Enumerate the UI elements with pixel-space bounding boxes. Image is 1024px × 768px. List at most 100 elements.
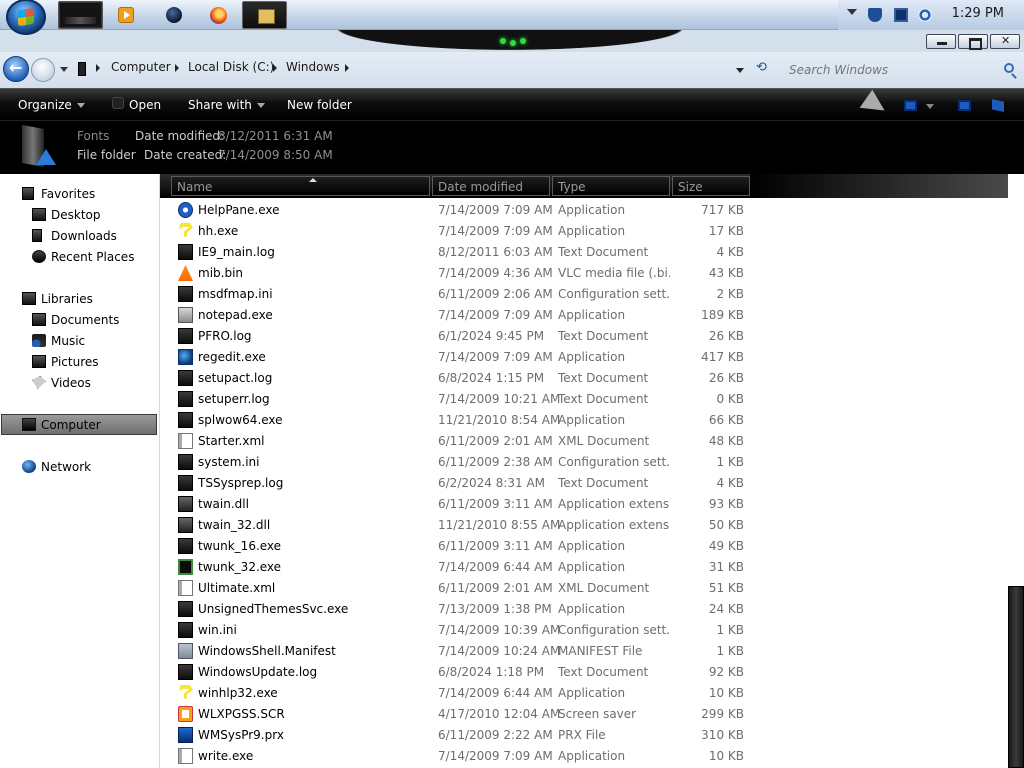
breadcrumb-computer[interactable]: Computer [111, 60, 171, 74]
nav-videos[interactable]: Videos [0, 373, 159, 394]
organize-button[interactable]: Organize [18, 98, 85, 112]
nav-libraries[interactable]: Libraries [0, 289, 159, 310]
chevron-right-icon[interactable] [175, 64, 179, 72]
nav-favorites[interactable]: Favorites [0, 184, 159, 205]
chevron-right-icon[interactable] [345, 64, 349, 72]
file-name: TSSysprep.log [198, 476, 284, 490]
file-row[interactable]: system.ini 6/11/2009 2:38 AM Configuration… [160, 452, 1008, 473]
file-row[interactable]: UnsignedThemesSvc.exe 7/13/2009 1:38 PM Ap… [160, 599, 1008, 620]
date-created-value: 7/14/2009 8:50 AM [218, 148, 333, 162]
file-size: 43 KB [708, 266, 744, 280]
nav-computer[interactable]: Computer [1, 414, 157, 435]
new-folder-button[interactable]: New folder [287, 98, 352, 112]
network-tray-icon[interactable] [918, 8, 932, 22]
change-view-icon[interactable] [904, 100, 917, 111]
media-player-icon[interactable] [118, 7, 134, 23]
file-size: 26 KB [708, 371, 744, 385]
file-row[interactable]: PFRO.log 6/1/2024 9:45 PM Text Document 26 … [160, 326, 1008, 347]
file-row[interactable]: msdfmap.ini 6/11/2009 2:06 AM Configuratio… [160, 284, 1008, 305]
file-row[interactable]: IE9_main.log 8/12/2011 6:03 AM Text Docume… [160, 242, 1008, 263]
file-row[interactable]: win.ini 7/14/2009 10:39 AM Configuration s… [160, 620, 1008, 641]
share-with-button[interactable]: Share with [188, 98, 265, 112]
open-button[interactable]: Open [129, 98, 161, 112]
file-type: Screen saver [558, 707, 637, 721]
forward-button[interactable] [31, 58, 55, 82]
firefox-icon[interactable] [210, 7, 227, 24]
file-type: Configuration sett... [558, 623, 670, 637]
nav-desktop[interactable]: Desktop [0, 205, 159, 226]
file-row[interactable]: mib.bin 7/14/2009 4:36 AM VLC media file (… [160, 263, 1008, 284]
file-row[interactable]: TSSysprep.log 6/2/2024 8:31 AM Text Docume… [160, 473, 1008, 494]
file-row[interactable]: setupact.log 6/8/2024 1:15 PM Text Documen… [160, 368, 1008, 389]
column-header-date-modified[interactable]: Date modified [432, 176, 550, 196]
close-button[interactable] [990, 34, 1020, 49]
title-bar-lights [500, 38, 526, 46]
notepad-icon [178, 307, 193, 323]
breadcrumb-local-disk[interactable]: Local Disk (C:) [188, 60, 274, 74]
recent-pages-arrow-icon[interactable] [60, 67, 68, 72]
chevron-down-icon[interactable] [926, 104, 934, 109]
back-button[interactable] [3, 56, 29, 82]
scrollbar-thumb[interactable] [1008, 586, 1024, 768]
nav-documents[interactable]: Documents [0, 310, 159, 331]
nav-recent-places[interactable]: Recent Places [0, 247, 159, 268]
app-orb-icon[interactable] [166, 7, 182, 23]
file-row[interactable]: Starter.xml 6/11/2009 2:01 AM XML Document… [160, 431, 1008, 452]
file-row[interactable]: hh.exe 7/14/2009 7:09 AM Application 17 KB [160, 221, 1008, 242]
chevron-down-icon [76, 103, 85, 108]
search-icon[interactable] [1004, 63, 1014, 73]
downloads-icon [32, 229, 42, 242]
file-row[interactable]: notepad.exe 7/14/2009 7:09 AM Application 1… [160, 305, 1008, 326]
twunk-icon [178, 559, 193, 575]
vertical-scrollbar[interactable] [1008, 174, 1024, 768]
start-button[interactable] [6, 0, 46, 35]
file-row[interactable]: twunk_16.exe 6/11/2009 3:11 AM Application… [160, 536, 1008, 557]
file-row[interactable]: twain_32.dll 11/21/2010 8:55 AM Applicatio… [160, 515, 1008, 536]
file-row[interactable]: WMSysPr9.prx 6/11/2009 2:22 AM PRX File 310… [160, 725, 1008, 746]
file-row[interactable]: winhlp32.exe 7/14/2009 6:44 AM Application… [160, 683, 1008, 704]
taskbar-active-window-button[interactable] [242, 1, 287, 29]
file-row[interactable]: Ultimate.xml 6/11/2009 2:01 AM XML Documen… [160, 578, 1008, 599]
file-type: PRX File [558, 728, 606, 742]
file-row[interactable]: splwow64.exe 11/21/2010 8:54 AM Applicatio… [160, 410, 1008, 431]
nav-music[interactable]: Music [0, 331, 159, 352]
file-row[interactable]: WLXPGSS.SCR 4/17/2010 12:04 AM Screen save… [160, 704, 1008, 725]
clock[interactable]: 1:29 PM [952, 6, 1004, 21]
selected-item-kind: File folder [77, 148, 136, 162]
show-hidden-icons-arrow-icon[interactable] [847, 9, 857, 15]
nav-pictures[interactable]: Pictures [0, 352, 159, 373]
file-row[interactable]: twunk_32.exe 7/14/2009 6:44 AM Application… [160, 557, 1008, 578]
file-row[interactable]: setuperr.log 7/14/2009 10:21 AM Text Docum… [160, 389, 1008, 410]
shield-icon[interactable] [868, 8, 882, 22]
monitor-icon[interactable] [894, 8, 908, 22]
taskbar-explorer-button[interactable] [58, 1, 103, 29]
videos-icon [32, 376, 46, 389]
help-icon[interactable] [992, 99, 1004, 112]
nav-network[interactable]: Network [0, 457, 159, 478]
preview-pane-icon[interactable] [958, 100, 971, 111]
file-row[interactable]: twain.dll 6/11/2009 3:11 AM Application ex… [160, 494, 1008, 515]
column-header-type[interactable]: Type [552, 176, 670, 196]
refresh-icon[interactable]: ⟲ [756, 60, 767, 75]
file-size: 189 KB [701, 308, 744, 322]
file-row[interactable]: WindowsShell.Manifest 7/14/2009 10:24 AM M… [160, 641, 1008, 662]
file-date-modified: 4/17/2010 12:04 AM [438, 707, 561, 721]
chevron-right-icon[interactable] [96, 64, 100, 72]
address-dropdown-icon[interactable] [736, 68, 744, 73]
file-size: 50 KB [708, 518, 744, 532]
maximize-button[interactable] [958, 34, 988, 50]
column-header-name[interactable]: Name [171, 176, 430, 196]
minimize-button[interactable] [926, 34, 956, 49]
file-row[interactable]: regedit.exe 7/14/2009 7:09 AM Application 4… [160, 347, 1008, 368]
file-row[interactable]: HelpPane.exe 7/14/2009 7:09 AM Application… [160, 200, 1008, 221]
chevron-right-icon[interactable] [273, 64, 277, 72]
config-icon [178, 454, 193, 470]
file-date-modified: 6/11/2009 2:01 AM [438, 581, 553, 595]
file-row[interactable]: write.exe 7/14/2009 7:09 AM Application 10 … [160, 746, 1008, 767]
column-header-size[interactable]: Size [672, 176, 750, 196]
nav-downloads[interactable]: Downloads [0, 226, 159, 247]
xml-icon [178, 580, 193, 596]
search-input[interactable] [778, 57, 1022, 82]
file-row[interactable]: WindowsUpdate.log 6/8/2024 1:18 PM Text Do… [160, 662, 1008, 683]
breadcrumb-windows[interactable]: Windows [286, 60, 340, 74]
